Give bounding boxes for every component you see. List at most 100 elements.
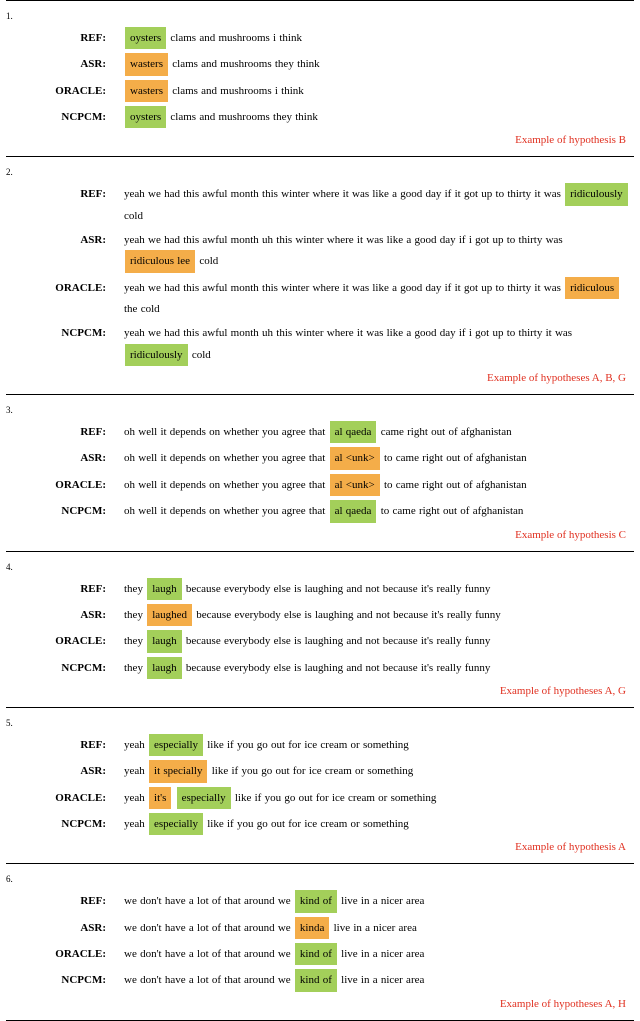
plain-text: oh well it depends on whether you agree … — [124, 452, 329, 464]
transcript-row-ref: REF:oh well it depends on whether you ag… — [6, 421, 634, 443]
plain-text: like if you go out for ice cream or some… — [208, 765, 413, 777]
plain-text: oh well it depends on whether you agree … — [124, 505, 329, 517]
plain-text: they — [124, 583, 146, 595]
example-caption: Example of hypotheses A, G — [6, 683, 634, 703]
highlight-correct: especially — [149, 734, 203, 756]
highlight-error: wasters — [125, 80, 168, 102]
highlight-correct: oysters — [125, 27, 166, 49]
row-label-ref: REF: — [6, 28, 124, 48]
highlight-correct: ridiculously — [565, 183, 628, 205]
plain-text: because everybody else is laughing and n… — [183, 662, 491, 674]
row-content: oh well it depends on whether you agree … — [124, 421, 634, 443]
example-number: 2. — [6, 167, 634, 177]
row-label-ncpcm: NCPCM: — [6, 658, 124, 678]
plain-text: they — [124, 662, 146, 674]
highlight-error: kinda — [295, 917, 329, 939]
highlight-error: it's — [149, 787, 171, 809]
row-label-oracle: ORACLE: — [6, 631, 124, 651]
highlight-error: al <unk> — [330, 474, 380, 496]
transcript-row-ncpcm: NCPCM:they laugh because everybody else … — [6, 657, 634, 679]
highlight-error: ridiculous — [565, 277, 619, 299]
row-label-ref: REF: — [6, 422, 124, 442]
plain-text: cold — [196, 255, 218, 267]
row-content: yeah we had this awful month this winter… — [124, 183, 634, 226]
transcript-row-ref: REF:we don't have a lot of that around w… — [6, 890, 634, 912]
row-content: yeah we had this awful month this winter… — [124, 277, 634, 320]
row-content: they laugh because everybody else is lau… — [124, 578, 634, 600]
plain-text: yeah we had this awful month this winter… — [124, 188, 564, 200]
row-content: oh well it depends on whether you agree … — [124, 447, 634, 469]
row-label-ref: REF: — [6, 184, 124, 204]
row-content: yeah it's especially like if you go out … — [124, 787, 634, 809]
plain-text: clams and mushrooms they think — [169, 58, 320, 70]
highlight-correct: al qaeda — [330, 500, 377, 522]
example-block: 2.REF:yeah we had this awful month this … — [0, 157, 640, 394]
transcript-row-asr: ASR:yeah it specially like if you go out… — [6, 760, 634, 782]
row-label-ref: REF: — [6, 579, 124, 599]
example-caption: Example of hypothesis A — [6, 839, 634, 859]
plain-text: cold — [189, 349, 211, 361]
row-content: oysters clams and mushrooms they think — [124, 106, 634, 128]
highlight-correct: laugh — [147, 578, 181, 600]
example-number: 1. — [6, 11, 634, 21]
row-label-oracle: ORACLE: — [6, 788, 124, 808]
row-label-asr: ASR: — [6, 918, 124, 938]
example-number: 6. — [6, 874, 634, 884]
example-block: 5.REF:yeah especially like if you go out… — [0, 708, 640, 863]
highlight-correct: especially — [177, 787, 231, 809]
row-content: oh well it depends on whether you agree … — [124, 500, 634, 522]
row-content: wasters clams and mushrooms i think — [124, 80, 634, 102]
row-label-ref: REF: — [6, 735, 124, 755]
row-content: we don't have a lot of that around we ki… — [124, 969, 634, 991]
plain-text: oh well it depends on whether you agree … — [124, 479, 329, 491]
example-block: 1.REF:oysters clams and mushrooms i thin… — [0, 1, 640, 156]
transcript-row-asr: ASR:yeah we had this awful month uh this… — [6, 230, 634, 273]
highlight-correct: oysters — [125, 106, 166, 128]
transcript-row-ncpcm: NCPCM:oh well it depends on whether you … — [6, 500, 634, 522]
highlight-correct: al qaeda — [330, 421, 377, 443]
example-number: 3. — [6, 405, 634, 415]
plain-text: yeah — [124, 739, 148, 751]
plain-text: like if you go out for ice cream or some… — [204, 739, 409, 751]
row-content: oysters clams and mushrooms i think — [124, 27, 634, 49]
plain-text: yeah — [124, 818, 148, 830]
row-content: yeah especially like if you go out for i… — [124, 734, 634, 756]
plain-text: the cold — [124, 303, 160, 315]
row-content: they laughed because everybody else is l… — [124, 604, 634, 626]
row-content: yeah it specially like if you go out for… — [124, 760, 634, 782]
transcript-row-ncpcm: NCPCM:we don't have a lot of that around… — [6, 969, 634, 991]
plain-text: came right out of afghanistan — [377, 426, 511, 438]
highlight-error: al <unk> — [330, 447, 380, 469]
transcript-row-asr: ASR:wasters clams and mushrooms they thi… — [6, 53, 634, 75]
highlight-correct: kind of — [295, 943, 337, 965]
plain-text: live in a nicer area — [338, 974, 424, 986]
plain-text: clams and mushrooms i think — [169, 85, 304, 97]
example-caption: Example of hypotheses A, H — [6, 996, 634, 1016]
example-block: 6. REF:we don't have a lot of that around… — [0, 864, 640, 1019]
row-content: yeah we had this awful month uh this win… — [124, 230, 634, 273]
transcript-row-asr: ASR:they laughed because everybody else … — [6, 604, 634, 626]
example-number: 4. — [6, 562, 634, 572]
row-content: they laugh because everybody else is lau… — [124, 630, 634, 652]
transcript-row-ref: REF:yeah especially like if you go out f… — [6, 734, 634, 756]
plain-text: because everybody else is laughing and n… — [193, 609, 501, 621]
highlight-error: it specially — [149, 760, 207, 782]
transcript-row-oracle: ORACLE:they laugh because everybody else… — [6, 630, 634, 652]
row-label-asr: ASR: — [6, 54, 124, 74]
transcript-row-ref: REF:oysters clams and mushrooms i think — [6, 27, 634, 49]
plain-text: oh well it depends on whether you agree … — [124, 426, 329, 438]
row-label-oracle: ORACLE: — [6, 278, 124, 298]
plain-text: yeah — [124, 792, 148, 804]
plain-text: clams and mushrooms they think — [167, 111, 318, 123]
transcript-row-asr: ASR:oh well it depends on whether you ag… — [6, 447, 634, 469]
row-label-asr: ASR: — [6, 605, 124, 625]
transcript-row-ref: REF:yeah we had this awful month this wi… — [6, 183, 634, 226]
transcript-row-oracle: ORACLE:yeah we had this awful month this… — [6, 277, 634, 320]
plain-text: yeah — [124, 765, 148, 777]
row-content: we don't have a lot of that around we ki… — [124, 917, 634, 939]
row-label-ncpcm: NCPCM: — [6, 970, 124, 990]
plain-text: live in a nicer area — [338, 948, 424, 960]
row-label-asr: ASR: — [6, 448, 124, 468]
row-label-asr: ASR: — [6, 761, 124, 781]
highlight-correct: ridiculously — [125, 344, 188, 366]
